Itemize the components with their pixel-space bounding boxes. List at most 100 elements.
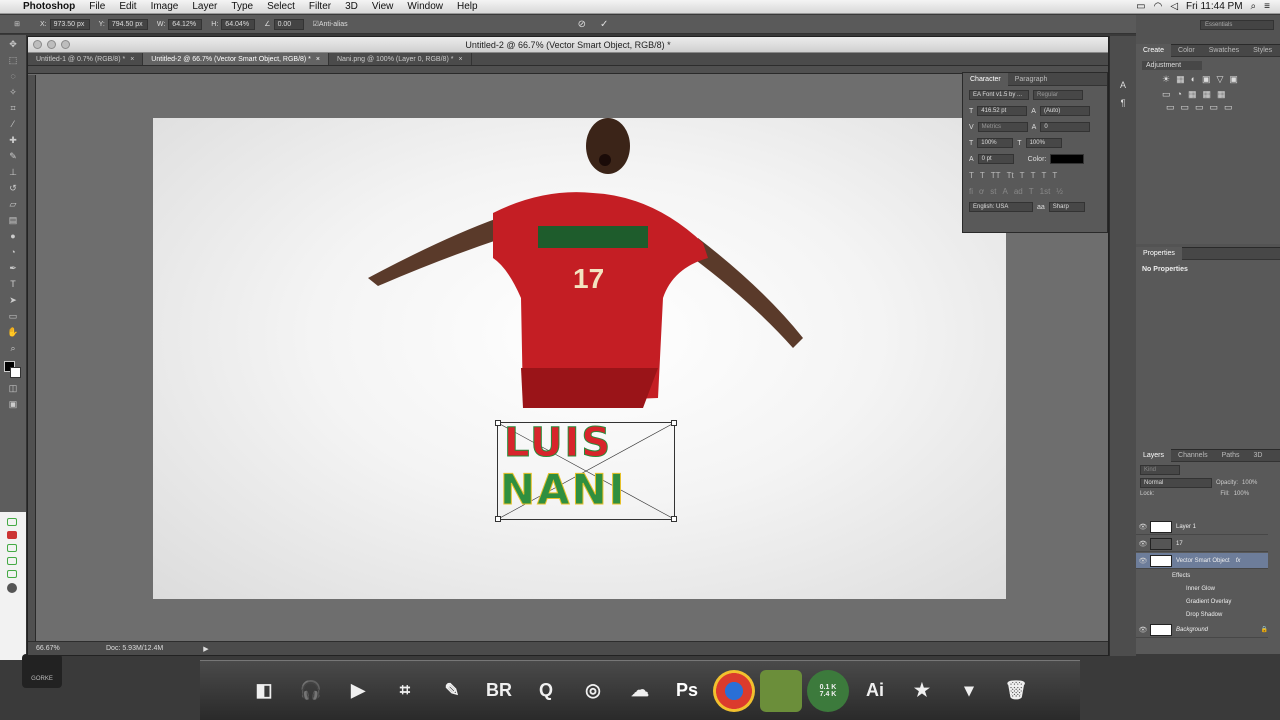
effect-row[interactable]: Inner Glow (1136, 582, 1268, 595)
notification-icon[interactable]: ≡ (1264, 1, 1270, 12)
font-family-select[interactable]: EA Font v1.5 by ... (969, 90, 1029, 100)
trash-icon[interactable]: 🗑 (995, 670, 1037, 712)
doc-tab-untitled-2[interactable]: Untitled-2 @ 66.7% (Vector Smart Object,… (143, 53, 329, 65)
text-transform-box[interactable]: LUIS NANI (495, 420, 677, 522)
opacity-field[interactable]: 100% (1242, 480, 1257, 486)
font-size-field[interactable]: 416.52 pt (977, 106, 1028, 116)
x-field[interactable]: 973.50 px (49, 18, 90, 30)
language-select[interactable]: English: USA (969, 202, 1033, 212)
bridge-icon[interactable]: BR (478, 670, 520, 712)
fill-field[interactable]: 100% (1234, 491, 1249, 497)
clock[interactable]: Fri 11:44 PM (1186, 1, 1243, 12)
tab-layers[interactable]: Layers (1136, 449, 1172, 462)
visibility-eye-icon[interactable]: 👁 (1136, 626, 1150, 634)
tab-paths[interactable]: Paths (1215, 449, 1247, 462)
vertical-scale-field[interactable]: 100% (977, 138, 1014, 148)
path-select-tool-icon[interactable]: ➤ (4, 293, 22, 307)
text-color-swatch[interactable] (1050, 154, 1085, 164)
zoom-window-button[interactable] (61, 40, 70, 49)
app-icon[interactable] (7, 570, 17, 578)
horizontal-scale-field[interactable]: 100% (1025, 138, 1062, 148)
dodge-tool-icon[interactable]: ◔ (4, 245, 22, 259)
stylistic-button[interactable]: st (990, 187, 996, 196)
swash-button[interactable]: ơ (979, 187, 984, 196)
transform-handle[interactable] (671, 420, 677, 426)
tab-paragraph[interactable]: Paragraph (1008, 73, 1055, 86)
tab-channels[interactable]: Channels (1171, 449, 1215, 462)
workspace-select[interactable]: Essentials (1200, 20, 1274, 30)
paragraph-panel-icon[interactable]: ¶ (1115, 98, 1131, 112)
menu-layer[interactable]: Layer (185, 1, 224, 12)
cancel-transform-icon[interactable]: ⊘ (578, 19, 586, 30)
brush-tool-icon[interactable]: ✎ (4, 149, 22, 163)
baseline-field[interactable]: 0 pt (977, 154, 1014, 164)
color-swatches[interactable] (4, 361, 22, 379)
lasso-tool-icon[interactable]: ◌ (4, 69, 22, 83)
faux-bold-button[interactable]: T (969, 171, 974, 180)
eyedropper-tool-icon[interactable]: ⁄ (4, 117, 22, 131)
adjustment-icons-row-2[interactable]: ▭◔▦▦▦ (1162, 89, 1254, 100)
tab-properties[interactable]: Properties (1136, 247, 1182, 260)
history-brush-icon[interactable]: ↺ (4, 181, 22, 195)
leading-field[interactable]: (Auto) (1039, 106, 1090, 116)
tab-styles[interactable]: Styles (1246, 44, 1279, 57)
transform-tool-icon[interactable]: ⊞ (0, 20, 34, 28)
commit-transform-icon[interactable]: ✓ (600, 19, 608, 30)
tracking-field[interactable]: 0 (1040, 122, 1091, 132)
chrome-icon[interactable] (713, 669, 755, 712)
close-window-button[interactable] (33, 40, 42, 49)
adjustment-icons-row-1[interactable]: ☀▦◐▣▽▣ (1162, 74, 1254, 85)
download-folder-icon[interactable]: ▾ (948, 670, 990, 712)
close-tab-icon[interactable]: × (316, 53, 320, 65)
fraction-button[interactable]: ½ (1056, 187, 1063, 196)
photoshop-icon[interactable]: Ps (666, 670, 708, 712)
menu-view[interactable]: View (365, 1, 401, 12)
fx-icon[interactable]: fx (1236, 558, 1241, 564)
visibility-eye-icon[interactable]: 👁 (1136, 540, 1150, 548)
minimize-window-button[interactable] (47, 40, 56, 49)
doc-tab-nani[interactable]: Nani.png @ 100% (Layer 0, RGB/8) * × (329, 53, 472, 65)
effects-row[interactable]: Effects (1136, 569, 1268, 582)
width-field[interactable]: 64.12% (168, 18, 203, 30)
quick-mask-icon[interactable]: ◫ (4, 381, 22, 395)
kerning-field[interactable]: Metrics (977, 122, 1028, 132)
y-field[interactable]: 794.50 px (107, 18, 148, 30)
menu-edit[interactable]: Edit (112, 1, 143, 12)
all-caps-button[interactable]: TT (991, 171, 1001, 180)
facetime-icon[interactable]: ▶ (337, 670, 379, 712)
app-icon[interactable] (7, 531, 17, 539)
blend-mode-select[interactable]: Normal (1140, 478, 1212, 488)
close-tab-icon[interactable]: × (458, 53, 462, 65)
screen-mode-icon[interactable]: ▣ (4, 397, 22, 411)
small-caps-button[interactable]: Tt (1007, 171, 1014, 180)
illustrator-icon[interactable]: Ai (854, 670, 896, 712)
antialias-select[interactable]: Sharp (1048, 202, 1085, 212)
transform-handle[interactable] (671, 516, 677, 522)
hand-tool-icon[interactable]: ✋ (4, 325, 22, 339)
close-tab-icon[interactable]: × (130, 53, 134, 65)
transform-handle[interactable] (495, 420, 501, 426)
app-icon[interactable] (7, 557, 17, 565)
visibility-eye-icon[interactable]: 👁 (1136, 557, 1150, 565)
stamp-tool-icon[interactable]: ⊥ (4, 165, 22, 179)
pen-tool-icon[interactable]: ✒ (4, 261, 22, 275)
move-tool-icon[interactable]: ✥ (4, 37, 22, 51)
pen-app-icon[interactable]: ✎ (431, 670, 473, 712)
doc-tab-untitled-1[interactable]: Untitled-1 @ 0.7% (RGB/8) * × (28, 53, 144, 65)
transform-handle[interactable] (495, 516, 501, 522)
canvas[interactable]: 17 LUIS NANI (153, 118, 1006, 599)
tab-color[interactable]: Color (1171, 44, 1202, 57)
menu-help[interactable]: Help (450, 1, 485, 12)
menu-select[interactable]: Select (260, 1, 302, 12)
shape-tool-icon[interactable]: ▭ (4, 309, 22, 323)
superscript-button[interactable]: T (1020, 171, 1025, 180)
subscript-button[interactable]: T (1031, 171, 1036, 180)
healing-tool-icon[interactable]: ✚ (4, 133, 22, 147)
ordinals-button[interactable]: 1st (1040, 187, 1051, 196)
grid-app-icon[interactable]: ⌗ (384, 670, 426, 712)
tab-character[interactable]: Character (963, 72, 1008, 86)
underline-button[interactable]: T (1041, 171, 1046, 180)
volume-icon[interactable]: ◁ (1170, 1, 1178, 12)
app-icon[interactable] (7, 518, 17, 526)
battery-icon[interactable]: ▭ (1136, 1, 1145, 12)
